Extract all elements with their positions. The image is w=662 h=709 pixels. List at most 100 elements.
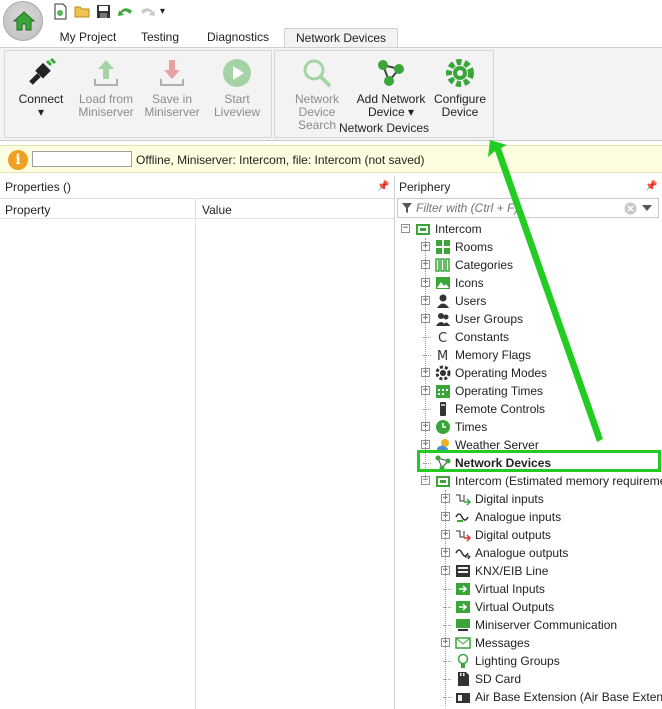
tree-item-label: Messages [475,636,530,650]
virtual-output-icon [456,601,470,613]
pin-icon[interactable]: 📌 [645,181,657,192]
remote-icon [440,402,446,416]
filter-input[interactable] [416,200,616,216]
tree-item[interactable]: + Icons [397,274,662,292]
tree-item[interactable]: + Users [397,292,662,310]
constant-icon: C [438,331,447,345]
tree-item[interactable]: Lighting Groups [397,652,662,670]
virtual-input-icon [456,583,470,595]
communication-icon [456,619,470,631]
tree-item-label: Users [455,294,487,308]
tree-item-label: Miniserver Communication [475,618,618,632]
tab-network-devices[interactable]: Network Devices [284,28,398,48]
periphery-title: Periphery [399,180,451,194]
tree-item[interactable]: SD Card [397,670,662,688]
analog-output-icon [455,549,471,560]
tree-item-label: SD Card [475,672,522,686]
new-file-icon[interactable] [52,3,69,20]
load-from-miniserver-button[interactable]: Load from Miniserver [75,57,137,119]
tree-item-label: Virtual Outputs [475,600,555,614]
tree-item[interactable]: + Digital outputs [397,526,662,544]
svg-text:C: C [438,331,447,345]
panel-splitter[interactable] [394,176,395,709]
tree-item[interactable]: + Categories [397,256,662,274]
home-button[interactable] [3,1,43,41]
tree-item-label: Constants [455,330,510,344]
save-in-miniserver-button[interactable]: Save in Miniserver [141,57,203,119]
customize-toolbar-icon[interactable]: ▾ [160,3,177,20]
tree-guide-line [445,490,446,706]
tree-item[interactable]: M Memory Flags [397,346,662,364]
tree-item-label: KNX/EIB Line [475,564,549,578]
sd-card-icon [458,672,469,686]
highlight-box [417,450,661,472]
status-infobar: i Offline, Miniserver: Intercom, file: I… [0,145,662,173]
tab-my-project[interactable]: My Project [50,28,126,48]
pin-icon[interactable]: 📌 [377,181,389,192]
tree-item[interactable]: + Rooms [397,238,662,256]
tab-diagnostics[interactable]: Diagnostics [198,28,278,48]
tree-item[interactable]: Miniserver Communication [397,616,662,634]
properties-grid-header: Property Value [0,198,394,219]
chevron-down-icon[interactable] [642,205,652,213]
tree-item[interactable]: + User Groups [397,310,662,328]
tree-item[interactable]: + Operating Times [397,382,662,400]
tree-item-label: Operating Times [455,384,544,398]
save-icon[interactable] [95,3,112,20]
connect-button[interactable]: Connect ▾ [11,57,71,119]
start-liveview-button[interactable]: Start Liveview [207,57,267,119]
tree-item-label: Digital inputs [475,492,544,506]
configure-device-button[interactable]: Configure Device [427,57,493,119]
column-value[interactable]: Value [202,203,232,217]
tree-item[interactable]: C Constants [397,328,662,346]
connect-plug-icon [25,57,57,89]
digital-input-icon [456,494,471,506]
upload-icon [90,57,122,89]
gear-icon [444,57,476,89]
rooms-icon [436,240,450,254]
tree-item[interactable]: + Messages [397,634,662,652]
tree-item-label: Icons [455,276,484,290]
redo-icon[interactable] [139,3,156,20]
tree-item[interactable]: + Operating Modes [397,364,662,382]
tree-item[interactable]: − Intercom [397,220,662,238]
tree-guide-line [425,238,426,482]
tree-item-label: Air Base Extension (Air Base Extension) [475,690,662,704]
clock-icon [436,420,450,434]
undo-icon[interactable] [117,3,134,20]
tree-item[interactable]: + KNX/EIB Line [397,562,662,580]
tree-item[interactable]: Air Base Extension (Air Base Extension) [397,688,662,706]
tree-item[interactable]: Virtual Inputs [397,580,662,598]
calendar-icon [436,385,450,398]
gear-icon [435,365,451,381]
tree-item[interactable]: + Analogue inputs [397,508,662,526]
tree-item-label: Virtual Inputs [475,582,545,596]
status-text: Offline, Miniserver: Intercom, file: Int… [136,153,425,167]
tree-item-label: Rooms [455,240,494,254]
tree-item[interactable]: + Digital inputs [397,490,662,508]
tree-item-label: Lighting Groups [475,654,560,668]
user-icon [437,294,449,308]
tree-item-label: Times [455,420,488,434]
tree-item[interactable]: − Intercom (Estimated memory requirement) [397,472,662,490]
tree-item[interactable]: + Times [397,418,662,436]
miniserver-icon [416,224,430,235]
search-field[interactable] [32,151,132,167]
tree-item-label: Analogue inputs [475,510,562,524]
ribbon-group-caption: Network Devices [338,121,430,135]
tree-item-label: Digital outputs [475,528,552,542]
properties-title: Properties () [5,180,72,194]
user-group-icon [436,313,450,326]
home-icon [12,11,36,31]
column-property[interactable]: Property [5,203,50,217]
tree-item-label: Operating Modes [455,366,548,380]
tab-testing[interactable]: Testing [130,28,190,48]
clear-icon[interactable] [624,202,637,215]
add-network-device-button[interactable]: Add Network Device ▾ [355,57,427,119]
tree-item[interactable]: + Analogue outputs [397,544,662,562]
tree-item[interactable]: Remote Controls [397,400,662,418]
collapse-toggle[interactable]: − [401,224,410,233]
analog-input-icon [455,513,469,522]
tree-item[interactable]: Virtual Outputs [397,598,662,616]
open-folder-icon[interactable] [74,3,91,20]
